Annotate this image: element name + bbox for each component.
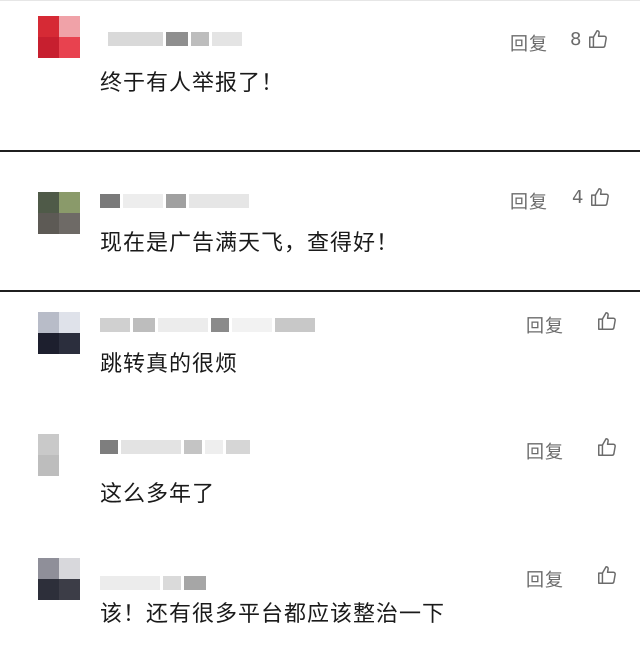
comment-text: 跳转真的很烦 xyxy=(100,352,239,377)
username-blurred[interactable] xyxy=(100,438,250,456)
thumbs-up-icon xyxy=(589,30,608,48)
like-button[interactable]: 8 xyxy=(570,28,609,50)
thumbs-up-icon xyxy=(598,312,616,330)
comment-text: 现在是广告满天飞，查得好！ xyxy=(100,231,400,256)
comment-item: 跳转真的很烦 回复 xyxy=(0,292,640,412)
reply-button[interactable]: 回复 xyxy=(526,438,564,464)
avatar[interactable] xyxy=(38,558,80,600)
username-blurred[interactable] xyxy=(108,30,242,48)
comment-text: 这么多年了 xyxy=(100,482,216,507)
comment-text: 该！还有很多平台都应该整治一下 xyxy=(100,602,446,627)
avatar[interactable] xyxy=(38,312,80,354)
thumbs-up-icon xyxy=(591,188,610,206)
like-button[interactable] xyxy=(590,436,618,458)
like-button[interactable] xyxy=(590,310,618,332)
reply-button[interactable]: 回复 xyxy=(510,188,548,214)
username-blurred[interactable] xyxy=(100,574,206,592)
like-count: 8 xyxy=(570,28,582,50)
like-button[interactable] xyxy=(590,564,618,586)
like-count: 4 xyxy=(572,186,584,208)
avatar[interactable] xyxy=(38,192,80,234)
thumbs-up-icon xyxy=(598,438,616,456)
thumbs-up-icon xyxy=(598,566,616,584)
comment-item: 该！还有很多平台都应该整治一下 回复 xyxy=(0,548,640,652)
like-button[interactable]: 4 xyxy=(572,186,611,208)
reply-button[interactable]: 回复 xyxy=(526,566,564,592)
username-blurred[interactable] xyxy=(100,192,249,210)
reply-button[interactable]: 回复 xyxy=(526,312,564,338)
comment-item: 终于有人举报了！ 回复 8 xyxy=(0,0,640,150)
comment-item: 这么多年了 回复 xyxy=(0,420,640,540)
comment-text: 终于有人举报了！ xyxy=(100,71,285,96)
username-blurred[interactable] xyxy=(100,316,315,334)
comment-item: 现在是广告满天飞，查得好！ 回复 4 xyxy=(0,152,640,290)
avatar[interactable] xyxy=(38,434,80,476)
reply-button[interactable]: 回复 xyxy=(510,30,548,56)
avatar[interactable] xyxy=(38,16,80,58)
